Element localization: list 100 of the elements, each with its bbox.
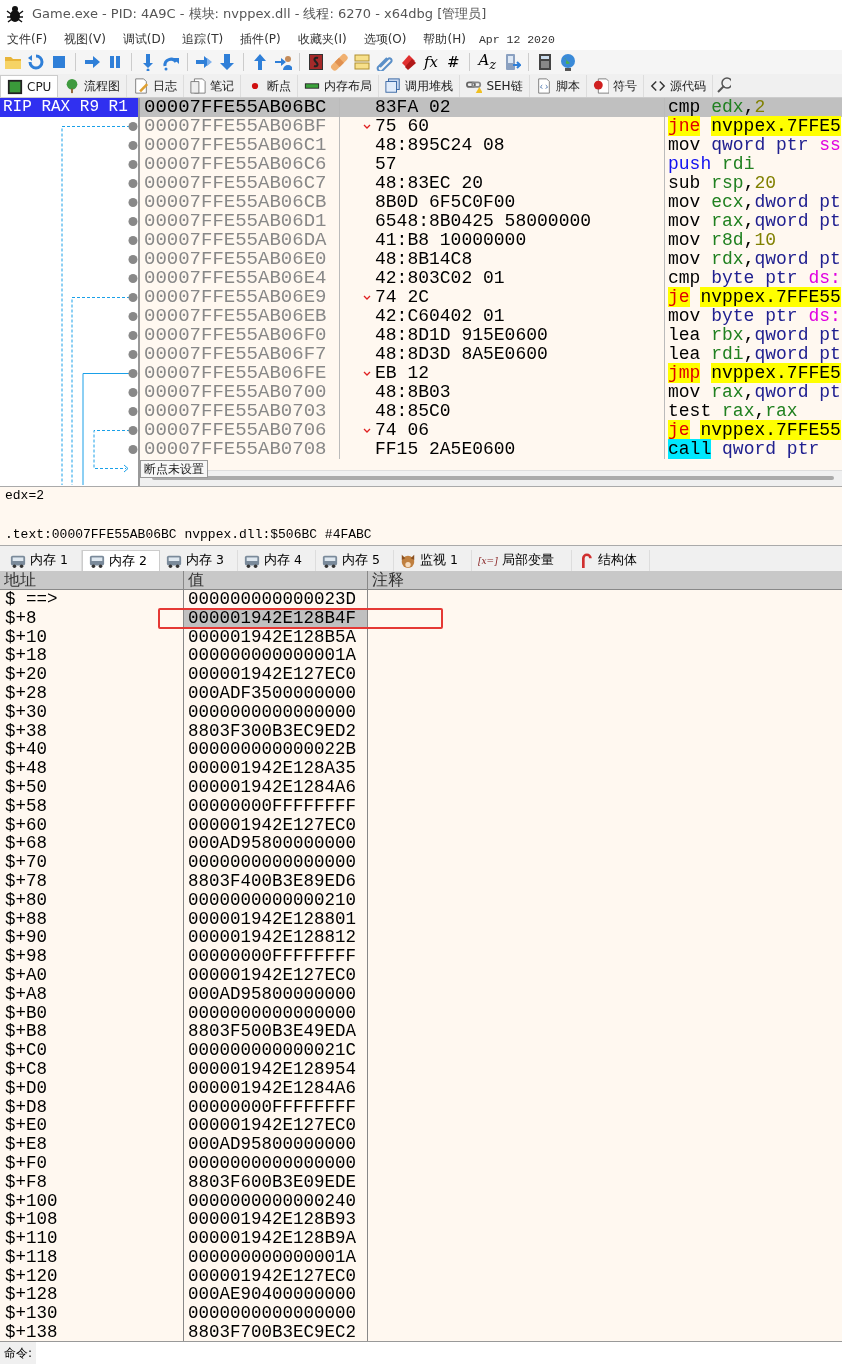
menu-item[interactable]: 追踪(T) (182, 30, 224, 48)
table-cell: $+38 (0, 721, 184, 741)
command-input[interactable] (36, 1342, 842, 1364)
table-cell: 8803F500B3E49EDA (184, 1022, 368, 1042)
instruction-cell-text: mov rdx,qword pt (667, 250, 841, 269)
table-cell: $+128 (0, 1285, 184, 1305)
instruction-cell-text: lea rdi,qword pt (667, 345, 841, 364)
menu-item[interactable]: 插件(P) (240, 30, 281, 48)
table-cell: 0000000000000240 (184, 1191, 368, 1211)
address-cell: 00007FFE55AB06C6 (140, 155, 340, 174)
table-cell: 0000000000000210 (184, 890, 368, 910)
build-date: Apr 12 2020 (478, 32, 555, 46)
table-cell: $+A8 (0, 984, 184, 1004)
table-cell: $+40 (0, 740, 184, 760)
toolbar-button[interactable]: # (445, 53, 462, 71)
menu-item[interactable]: 调试(D) (122, 30, 166, 48)
bytes-cell: 48:8B14C8 (375, 250, 473, 269)
menu-item[interactable]: 视图(V) (64, 30, 106, 48)
table-cell: $+18 (0, 646, 184, 666)
tab[interactable]: 调用堆栈 (379, 75, 461, 97)
bytes-cell: 48:8B03 (375, 383, 451, 402)
tab[interactable]: 断点 (241, 75, 299, 97)
address-cell: 00007FFE55AB06E9 (140, 288, 340, 307)
tab[interactable]: 脚本 (529, 75, 587, 97)
table-cell: $+B0 (0, 1003, 184, 1023)
bytes-cell: 75 60 (375, 117, 429, 136)
table-cell: 000001942E128954 (184, 1059, 368, 1079)
tab[interactable]: 符号 (586, 75, 644, 97)
arrow-up-icon[interactable] (251, 53, 269, 71)
search-icon[interactable] (716, 77, 731, 93)
address-cell: 00007FFE55AB06C7 (140, 174, 340, 193)
tab[interactable]: 内存 2 (82, 550, 160, 571)
double-arrow-down-icon[interactable] (218, 53, 236, 71)
table-cell: $+F8 (0, 1172, 184, 1192)
bytes-cell: 74 2C (375, 288, 429, 307)
window-title: Game.exe - PID: 4A9C - 模块: nvppex.dll - 线程: 6270 - x64dbg [管理员] (32, 5, 487, 23)
table-cell: $+130 (0, 1304, 184, 1324)
device-icon[interactable] (503, 53, 522, 71)
instruction-cell-text: mov qword ptr ss (667, 136, 841, 155)
address-cell: 00007FFE55AB06EB (140, 307, 340, 326)
table-cell: 000001942E128A35 (184, 759, 368, 778)
address-cell: 00007FFE55AB06C1 (140, 136, 340, 155)
tab[interactable]: 笔记 (184, 75, 242, 97)
table-cell: 0000000000000000 (184, 702, 368, 722)
instruction-cell-text: mov ecx,dword pt (667, 193, 841, 212)
menu-item[interactable]: 选项(O) (363, 30, 407, 48)
tab[interactable]: 日志 (127, 75, 185, 97)
bookmark-icon[interactable] (399, 53, 417, 71)
table-cell: $ ==> (0, 590, 184, 609)
column-header[interactable]: 注释 (368, 571, 842, 589)
tab[interactable]: 内存布局 (298, 75, 380, 97)
toolbar-button[interactable]: fx (422, 53, 440, 71)
table-cell: $+E8 (0, 1135, 184, 1154)
address-cell: 00007FFE55AB06BF (140, 117, 340, 136)
bytes-cell: FF15 2A5E0600 (375, 440, 516, 459)
stop-icon[interactable] (50, 53, 68, 71)
address-cell: 00007FFE55AB0703 (140, 402, 340, 421)
table-cell: 000001942E127EC0 (184, 665, 368, 684)
tab[interactable]: CPU (0, 75, 59, 97)
comment-icon[interactable] (353, 53, 371, 71)
address-cell: 00007FFE55AB06DA (140, 231, 340, 250)
table-cell: 000001942E127EC0 (184, 1116, 368, 1136)
table-cell: 000AD95800000000 (184, 984, 368, 1004)
bandage-icon[interactable] (330, 53, 348, 71)
run-to-user-icon[interactable] (274, 53, 292, 71)
script-icon[interactable] (307, 53, 325, 71)
address-cell: 00007FFE55AB06BC (140, 98, 340, 117)
table-cell: $+80 (0, 890, 184, 910)
bytes-cell: 42:C60402 01 (375, 307, 505, 326)
tab[interactable]: SEH链 (460, 75, 530, 97)
table-cell: $+30 (0, 702, 184, 722)
tab[interactable]: 源代码 (643, 75, 713, 97)
restart-icon[interactable] (27, 53, 45, 71)
bytes-cell: EB 12 (375, 364, 429, 383)
double-arrow-right-icon[interactable] (195, 53, 213, 71)
arrow-right-icon[interactable] (83, 53, 101, 71)
menu-item[interactable]: 帮助(H) (423, 30, 466, 48)
table-cell: 000000000000023D (184, 590, 368, 609)
bytes-cell: 48:8D1D 915E0600 (375, 326, 548, 345)
table-cell: 000001942E127EC0 (184, 965, 368, 985)
table-cell: 0000000000000000 (184, 853, 368, 872)
address-cell: 00007FFE55AB06D1 (140, 212, 340, 231)
table-cell: 000001942E128B93 (184, 1210, 368, 1230)
instruction-cell-text: call qword ptr (667, 440, 820, 459)
toolbar-button[interactable]: A$_{z}$ (476, 50, 499, 74)
address-cell: 00007FFE55AB06CB (140, 193, 340, 212)
tab[interactable]: 流程图 (58, 75, 128, 97)
menu-item[interactable]: 收藏夹(I) (297, 30, 347, 48)
table-cell: 000001942E1284A6 (184, 777, 368, 797)
column-header[interactable]: 值 (184, 571, 368, 589)
table-cell: 0000000000000000 (184, 1304, 368, 1324)
column-header[interactable]: 地址 (0, 571, 184, 589)
globe-icon[interactable] (559, 53, 578, 71)
bytes-cell: 8B0D 6F5C0F00 (375, 193, 516, 212)
bytes-cell: 6548:8B0425 58000000 (375, 212, 592, 231)
table-cell: $+C0 (0, 1041, 184, 1060)
variable-icon: [x=] (478, 555, 498, 566)
address-cell: 00007FFE55AB0700 (140, 383, 340, 402)
menu-item[interactable]: 文件(F) (7, 30, 48, 48)
table-cell: $+50 (0, 777, 184, 797)
